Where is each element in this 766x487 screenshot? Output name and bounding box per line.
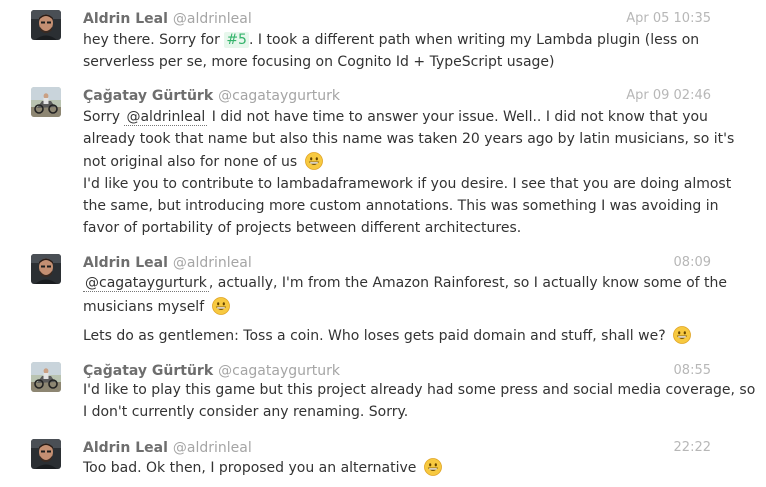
message-text-line: not original also for none of us [83,152,323,171]
issue-link[interactable]: #5 [224,32,249,48]
author-name[interactable]: Aldrin Leal [83,440,168,456]
message-text: , actually, I'm from the Amazon Rainfore… [208,275,728,291]
message-text-line: hey there. Sorry for #5. I took a differ… [83,31,699,49]
message-text-line: I don't currently consider any renaming.… [83,404,409,420]
author-name[interactable]: Aldrin Leal [83,11,168,27]
message-text-line: already took that name but also this nam… [83,131,735,147]
grinning-face-icon [305,152,323,170]
message-author[interactable]: Çağatay Gürtürk @cagataygurturk [83,88,340,104]
message-text-line: @cagataygurturk, actually, I'm from the … [83,274,727,292]
author-handle[interactable]: @cagataygurturk [218,88,340,104]
message-text: Too bad. Ok then, I proposed you an alte… [83,460,417,476]
message-text: hey there. Sorry for [83,32,220,48]
avatar[interactable] [31,254,61,284]
author-name[interactable]: Çağatay Gürtürk [83,88,213,104]
grinning-face-icon [212,297,230,315]
author-handle[interactable]: @aldrinleal [173,255,252,271]
grinning-face-icon [673,326,691,344]
grinning-face-icon [424,458,442,476]
message-text: Sorry [83,109,121,125]
message-timestamp: 08:09 [673,255,711,270]
message-author[interactable]: Çağatay Gürtürk @cagataygurturk [83,363,340,379]
user-mention[interactable]: @aldrinleal [124,109,208,126]
user-mention[interactable]: @cagataygurturk [83,275,209,292]
message-author[interactable]: Aldrin Leal @aldrinleal [83,11,252,27]
message-timestamp: 08:55 [673,363,711,378]
author-handle[interactable]: @aldrinleal [173,11,252,27]
message-text-line: the same, but introducing more custom an… [83,198,719,214]
author-handle[interactable]: @aldrinleal [173,440,252,456]
message-text-line: I'd like to play this game but this proj… [83,382,756,398]
message-text: not original also for none of us [83,154,298,170]
message-text-line: I'd like you to contribute to lambadafra… [83,176,732,192]
message-text: Lets do as gentlemen: Toss a coin. Who l… [83,328,666,344]
avatar[interactable] [31,10,61,40]
message-timestamp: Apr 05 10:35 [626,11,711,26]
author-name[interactable]: Aldrin Leal [83,255,168,271]
message-text: . I took a different path when writing m… [248,32,700,48]
author-name[interactable]: Çağatay Gürtürk [83,363,213,379]
avatar[interactable] [31,362,61,392]
message-text: I did not have time to answer your issue… [211,109,708,125]
message-timestamp: 22:22 [673,440,711,455]
message-author[interactable]: Aldrin Leal @aldrinleal [83,255,252,271]
message-text-line: Sorry @aldrinleal I did not have time to… [83,108,708,126]
message-text-line: Too bad. Ok then, I proposed you an alte… [83,458,442,477]
message-timestamp: Apr 09 02:46 [626,88,711,103]
avatar[interactable] [31,439,61,469]
message-text-line: serverless per se, more focusing on Cogn… [83,54,555,70]
message-text-line: musicians myself [83,297,230,316]
message-text-line: favor of portability of projects between… [83,220,522,236]
author-handle[interactable]: @cagataygurturk [218,363,340,379]
message-text: musicians myself [83,299,205,315]
chat-log: Aldrin Leal @aldrinleal Apr 05 10:35 hey … [0,0,766,487]
avatar[interactable] [31,87,61,117]
message-text-line: Lets do as gentlemen: Toss a coin. Who l… [83,326,691,345]
message-author[interactable]: Aldrin Leal @aldrinleal [83,440,252,456]
